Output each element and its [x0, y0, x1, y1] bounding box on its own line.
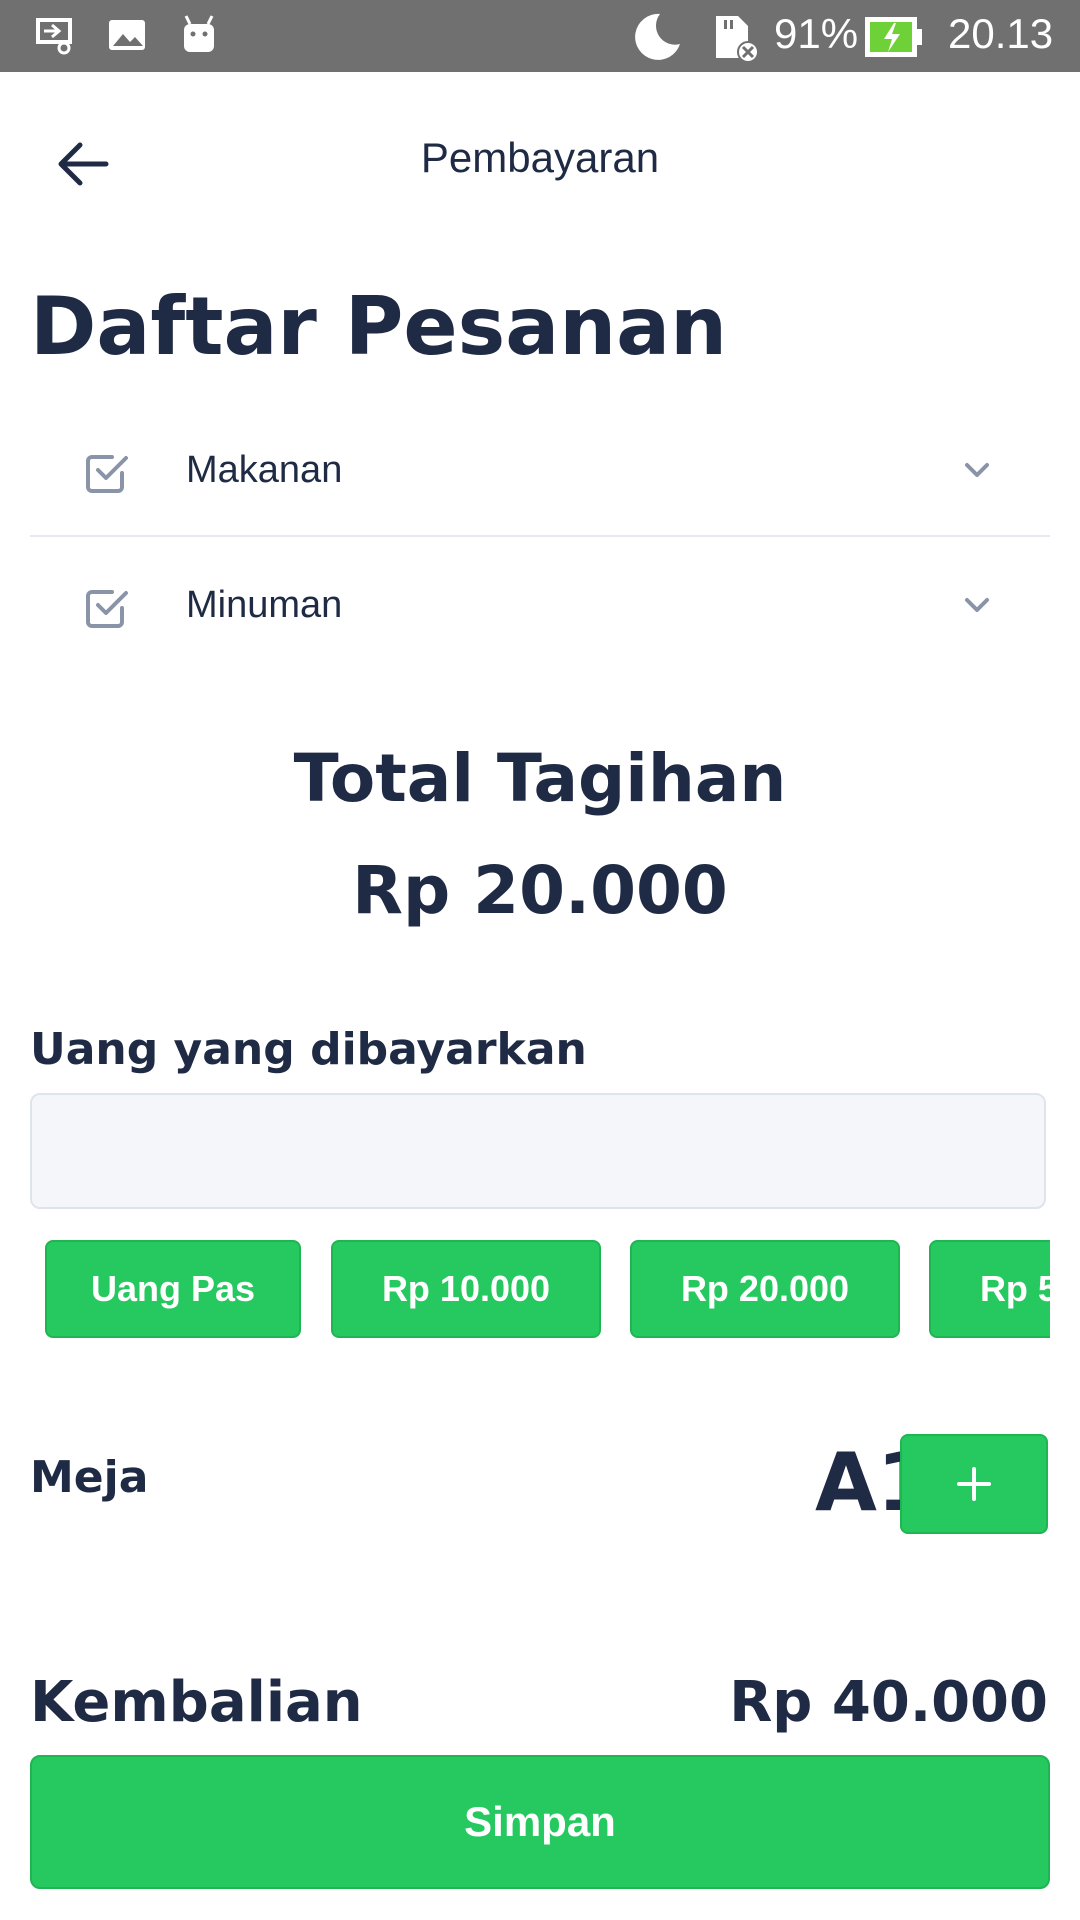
order-category-minuman[interactable]: Minuman — [30, 540, 1050, 674]
status-bar: 91% 20.13 — [0, 0, 1080, 72]
total-value: Rp 20.000 — [352, 852, 728, 929]
plus-icon — [957, 1467, 991, 1501]
payment-label: Uang yang dibayarkan — [30, 1024, 587, 1075]
app-bar: Pembayaran — [0, 72, 1080, 242]
order-category-label: Minuman — [186, 584, 343, 626]
quick-amount-chips: Uang Pas Rp 10.000 Rp 20.000 Rp 50.000 — [30, 1238, 1050, 1342]
order-category-makanan[interactable]: Makanan — [30, 405, 1050, 539]
quick-amount-chip[interactable]: Uang Pas — [45, 1240, 301, 1338]
divider — [30, 535, 1050, 537]
bottom-panel: Kembalian Rp 40.000 Simpan — [0, 1630, 1080, 1920]
quick-amount-chip[interactable]: Rp 10.000 — [331, 1240, 601, 1338]
screen-cast-icon — [36, 18, 72, 55]
quick-amount-chip[interactable]: Rp 20.000 — [630, 1240, 900, 1338]
battery-percent: 91% — [774, 10, 859, 57]
moon-icon — [635, 13, 680, 60]
order-category-label: Makanan — [186, 449, 343, 491]
chevron-down-icon[interactable] — [962, 455, 992, 485]
payment-amount-input[interactable] — [30, 1093, 1046, 1209]
battery-charging-icon — [865, 17, 922, 57]
checkbox-icon[interactable] — [82, 447, 132, 497]
page-title: Pembayaran — [420, 134, 660, 181]
gallery-icon — [109, 20, 145, 50]
clock: 20.13 — [948, 10, 1054, 57]
orders-heading: Daftar Pesanan — [30, 280, 728, 373]
change-value: Rp 40.000 — [729, 1670, 1048, 1735]
chevron-down-icon[interactable] — [962, 590, 992, 620]
checkbox-icon[interactable] — [82, 582, 132, 632]
table-label: Meja — [30, 1452, 149, 1503]
add-table-button[interactable] — [900, 1434, 1048, 1534]
change-label: Kembalian — [30, 1670, 363, 1735]
quick-amount-chip[interactable]: Rp 50.000 — [929, 1240, 1050, 1338]
sd-card-error-icon — [716, 16, 759, 63]
android-icon — [184, 15, 214, 52]
save-button[interactable]: Simpan — [30, 1755, 1050, 1889]
total-label: Total Tagihan — [293, 740, 787, 817]
